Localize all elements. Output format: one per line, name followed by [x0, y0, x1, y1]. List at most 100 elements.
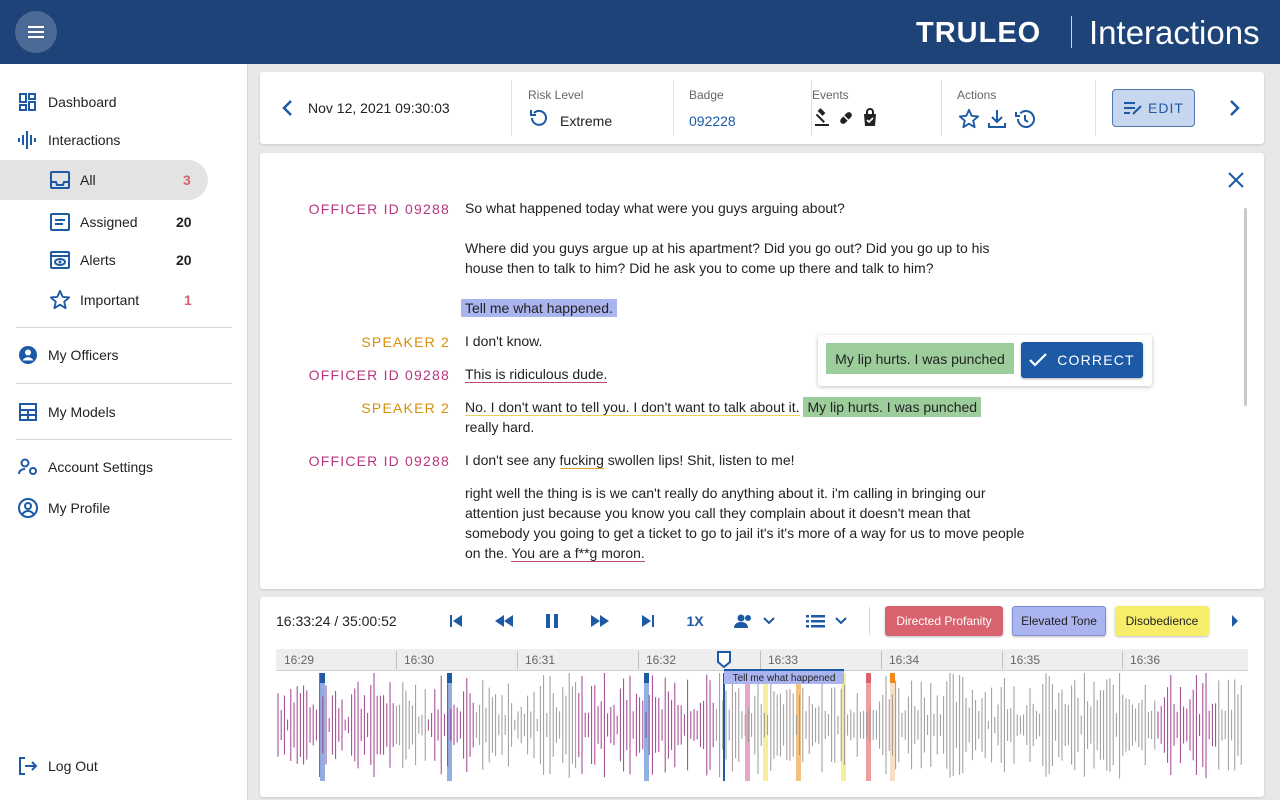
gavel-icon	[812, 108, 832, 133]
tick-mark	[396, 651, 397, 669]
skip-previous-icon[interactable]	[446, 611, 466, 631]
segment-label: Tell me what happened	[724, 669, 844, 684]
tick-mark	[1122, 651, 1123, 669]
list-dropdown[interactable]	[804, 611, 850, 631]
edit-button[interactable]: EDIT	[1112, 89, 1195, 127]
chip-elevated-tone[interactable]: Elevated Tone	[1012, 606, 1106, 636]
skip-next-icon[interactable]	[638, 611, 658, 631]
tick-mark	[1002, 651, 1003, 669]
tick-label: 16:31	[525, 653, 556, 667]
close-icon[interactable]	[1227, 171, 1245, 194]
highlighted-phrase[interactable]: Tell me what happened.	[461, 299, 617, 317]
models-grid-icon	[17, 401, 39, 423]
speaker-label: SPEAKER 2	[361, 334, 450, 350]
speaker-label: SPEAKER 2	[361, 400, 450, 416]
app-header: TRULEO Interactions	[0, 0, 1280, 64]
star-icon	[49, 289, 71, 311]
sidebar-item-my-officers[interactable]: My Officers	[0, 337, 248, 373]
sidebar-item-all[interactable]: All 3	[0, 162, 208, 198]
evidence-bag-icon	[860, 108, 880, 133]
risk-value: Extreme	[560, 113, 613, 129]
playhead-marker-icon[interactable]	[717, 651, 731, 674]
waveform-band	[841, 673, 846, 781]
correct-button-label: CORRECT	[1057, 352, 1135, 368]
sidebar-item-label: Interactions	[48, 132, 121, 148]
sidebar-item-label: Alerts	[80, 252, 116, 268]
selected-phrase[interactable]: My lip hurts. I was punched	[803, 397, 982, 417]
sidebar-divider	[16, 439, 232, 440]
tick-label: 16:30	[404, 653, 435, 667]
transcript-scrollbar[interactable]	[1244, 208, 1247, 406]
truleo-logo: TRULEO	[916, 17, 1042, 49]
transcript-line: Where did you guys argue up at his apart…	[465, 240, 990, 276]
waveform-band	[745, 673, 750, 781]
sidebar-item-my-models[interactable]: My Models	[0, 394, 248, 430]
flagged-phrase[interactable]: No. I don't want to tell you. I don't wa…	[465, 399, 800, 416]
correction-text[interactable]: My lip hurts. I was punched	[826, 343, 1014, 374]
flagged-word[interactable]: fucking	[559, 452, 604, 469]
sidebar-item-important[interactable]: Important 1	[0, 282, 248, 318]
risk-cell: Risk Level Extreme	[512, 80, 674, 136]
audio-timeline[interactable]: 16:29 16:30 16:31 16:32 16:33 16:34 16:3…	[276, 649, 1248, 783]
manage-accounts-icon	[17, 456, 39, 478]
sidebar-item-alerts[interactable]: Alerts 20	[0, 242, 248, 278]
tick-label: 16:29	[284, 653, 315, 667]
sidebar-item-assigned[interactable]: Assigned 20	[0, 204, 248, 240]
history-icon[interactable]	[1014, 108, 1036, 135]
flagged-phrase[interactable]: This is ridiculous dude.	[465, 366, 608, 383]
actions-cell: Actions	[942, 80, 1096, 136]
waveform-marker	[447, 673, 452, 683]
speed-button[interactable]: 1X	[684, 611, 706, 631]
sidebar-item-log-out[interactable]: Log Out	[0, 748, 248, 784]
logout-icon	[17, 755, 39, 777]
sidebar-item-dashboard[interactable]: Dashboard	[0, 84, 248, 120]
chevron-left-icon[interactable]	[280, 98, 294, 123]
account-circle-icon	[17, 344, 39, 366]
waveform[interactable]	[276, 673, 1248, 781]
chevron-right-icon[interactable]	[1230, 614, 1240, 633]
alerts-count: 20	[176, 252, 192, 268]
chevron-right-icon[interactable]	[1228, 98, 1242, 123]
important-count: 1	[184, 292, 192, 308]
pill-icon	[836, 108, 856, 133]
transcript-line: really hard.	[465, 419, 535, 435]
chip-disobedience[interactable]: Disobedience	[1115, 606, 1209, 636]
edit-button-label: EDIT	[1148, 100, 1184, 116]
sidebar-item-interactions[interactable]: Interactions	[0, 122, 248, 158]
sidebar-item-label: Important	[80, 292, 140, 308]
playback-time: 16:33:24 / 35:00:52	[276, 613, 397, 629]
events-label: Events	[812, 88, 849, 102]
check-icon	[1029, 353, 1047, 367]
fast-forward-icon[interactable]	[588, 611, 612, 631]
waveform-marker	[890, 673, 895, 683]
speakers-dropdown[interactable]	[732, 611, 778, 631]
sidebar-item-label: My Officers	[48, 347, 119, 363]
rewind-icon[interactable]	[492, 611, 516, 631]
interaction-header: Nov 12, 2021 09:30:03 Risk Level Extreme…	[260, 72, 1264, 144]
transcript-line: No. I don't want to tell you. I don't wa…	[465, 397, 1025, 417]
badge-link[interactable]: 092228	[689, 113, 736, 129]
download-icon[interactable]	[986, 108, 1008, 135]
edit-note-icon	[1123, 100, 1143, 116]
transcript-text: I don't see any	[465, 452, 560, 468]
speaker-label: OFFICER ID 09288	[308, 367, 450, 383]
timeline-ruler: 16:29 16:30 16:31 16:32 16:33 16:34 16:3…	[276, 649, 1248, 671]
hamburger-icon	[28, 31, 44, 33]
sidebar-item-account-settings[interactable]: Account Settings	[0, 449, 248, 485]
sidebar-item-label: Account Settings	[48, 459, 154, 475]
pause-icon[interactable]	[542, 611, 562, 631]
sidebar-item-label: My Profile	[48, 500, 111, 516]
tick-label: 16:35	[1010, 653, 1041, 667]
tick-mark	[760, 651, 761, 669]
datetime-cell: Nov 12, 2021 09:30:03	[260, 80, 512, 136]
star-outline-icon[interactable]	[958, 108, 980, 135]
sidebar-divider	[16, 383, 232, 384]
flagged-phrase[interactable]: You are a f**g moron.	[511, 545, 645, 562]
sidebar-item-label: All	[80, 172, 96, 188]
waveform-marker	[320, 673, 325, 683]
chip-directed-profanity[interactable]: Directed Profanity	[885, 606, 1003, 636]
correct-button[interactable]: CORRECT	[1021, 342, 1143, 378]
menu-button[interactable]	[15, 11, 57, 53]
sidebar-item-my-profile[interactable]: My Profile	[0, 490, 248, 526]
all-count: 3	[183, 172, 191, 188]
